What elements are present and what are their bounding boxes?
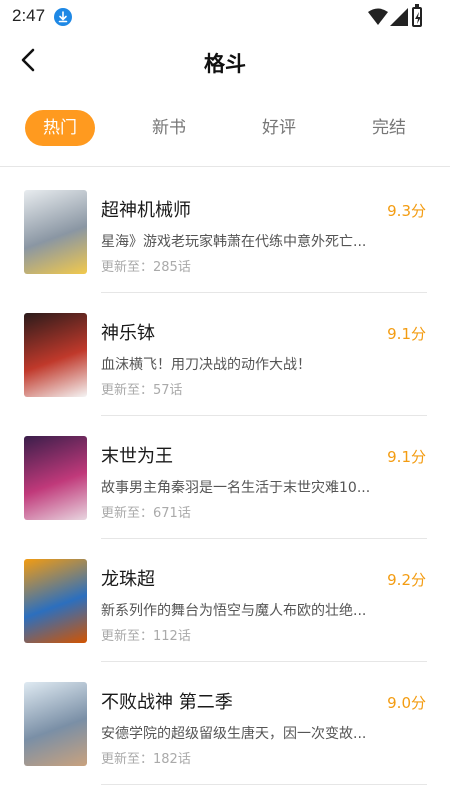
download-icon <box>54 8 72 26</box>
status-bar: 2:47 <box>0 0 450 34</box>
status-icons <box>328 4 428 30</box>
book-description: 血沫横飞！用刀决战的动作大战！ <box>101 357 311 373</box>
category-tabs: 热门 新书 好评 完结 <box>0 104 450 152</box>
tab-hot[interactable]: 热门 <box>25 110 95 146</box>
book-description: 星海》游戏老玩家韩萧在代练中意外死亡... <box>101 234 367 250</box>
tab-completed[interactable]: 完结 <box>354 110 424 146</box>
cover-image <box>24 190 87 274</box>
cover-image <box>24 313 87 397</box>
book-update-status: 更新至：671话 <box>101 506 191 521</box>
book-title: 神乐钵 <box>101 323 155 344</box>
tab-top-rated[interactable]: 好评 <box>244 110 314 146</box>
book-score: 9.2分 <box>387 571 426 589</box>
book-score: 9.3分 <box>387 202 426 220</box>
book-update-status: 更新至：112话 <box>101 629 191 644</box>
list-item[interactable]: 末世为王 9.1分 故事男主角秦羽是一名生活于末世灾难10... 更新至：671… <box>0 414 450 539</box>
cover-image <box>24 559 87 643</box>
book-description: 安德学院的超级留级生唐天，因一次变故... <box>101 726 367 742</box>
list-item[interactable]: 不败战神 第二季 9.0分 安德学院的超级留级生唐天，因一次变故... 更新至：… <box>0 660 450 785</box>
tabs-divider <box>0 166 450 167</box>
item-divider <box>101 784 427 785</box>
status-time: 2:47 <box>12 6 46 25</box>
list-item[interactable]: 龙珠超 9.2分 新系列作的舞台为悟空与魔人布欧的壮绝... 更新至：112话 <box>0 537 450 662</box>
signal-icon <box>390 8 408 30</box>
book-title: 不败战神 第二季 <box>101 692 233 713</box>
book-description: 新系列作的舞台为悟空与魔人布欧的壮绝... <box>101 603 367 619</box>
book-update-status: 更新至：285话 <box>101 260 191 275</box>
book-update-status: 更新至：57话 <box>101 383 183 398</box>
book-score: 9.1分 <box>387 325 426 343</box>
tab-new[interactable]: 新书 <box>134 110 204 146</box>
wifi-icon <box>368 8 388 30</box>
page-title: 格斗 <box>204 52 246 76</box>
book-update-status: 更新至：182话 <box>101 752 191 767</box>
book-description: 故事男主角秦羽是一名生活于末世灾难10... <box>101 480 371 496</box>
book-title: 末世为王 <box>101 446 173 467</box>
book-score: 9.1分 <box>387 448 426 466</box>
list-item[interactable]: 神乐钵 9.1分 血沫横飞！用刀决战的动作大战！ 更新至：57话 <box>0 291 450 416</box>
cover-image <box>24 682 87 766</box>
header: 格斗 <box>0 34 450 90</box>
book-title: 龙珠超 <box>101 569 155 590</box>
cover-image <box>24 436 87 520</box>
book-title: 超神机械师 <box>101 200 191 221</box>
list-item[interactable]: 超神机械师 9.3分 星海》游戏老玩家韩萧在代练中意外死亡... 更新至：285… <box>0 168 450 293</box>
battery-icon <box>412 4 422 27</box>
book-score: 9.0分 <box>387 694 426 712</box>
